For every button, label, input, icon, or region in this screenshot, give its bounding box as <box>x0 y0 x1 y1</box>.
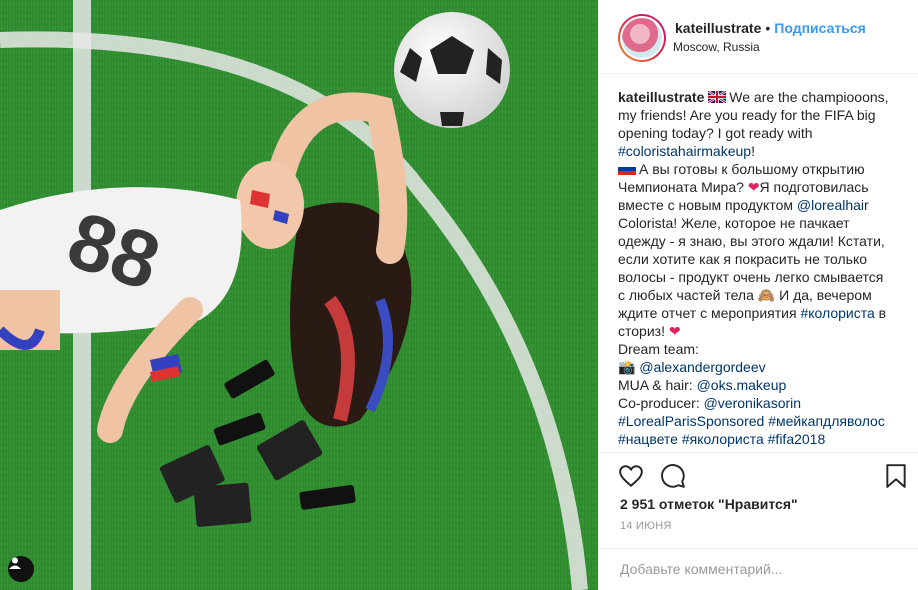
uk-flag-icon <box>708 91 727 103</box>
caption-text: сториз! <box>618 323 665 339</box>
save-button[interactable] <box>884 463 910 489</box>
caption-text: И да, вечером <box>779 287 872 303</box>
likes-count[interactable]: 2 951 отметок "Нравится" <box>620 496 798 512</box>
monkey-icon: 🙈 <box>757 287 776 303</box>
caption-text: Чемпионата Мира? <box>618 179 744 195</box>
post-header: kateillustrate • Подписаться Moscow, Russi… <box>598 0 918 74</box>
hashtag-link[interactable]: #колориста <box>800 305 874 321</box>
post-details: kateillustrate • Подписаться Moscow, Russi… <box>598 0 918 590</box>
hashtag-link[interactable]: #яколориста <box>682 431 764 447</box>
mention-link[interactable]: @veronikasorin <box>704 395 801 411</box>
post-caption: kateillustrate We are the champiooons, m… <box>618 88 910 448</box>
location-link[interactable]: Moscow, Russia <box>673 40 760 54</box>
hashtag-link[interactable]: #нацвете <box>618 431 678 447</box>
caption-text: с любых частей тела <box>618 287 754 303</box>
post-photo[interactable]: 88 <box>0 0 598 590</box>
caption-text: We are the champiooons, <box>729 89 889 105</box>
caption-text: в <box>878 305 887 321</box>
caption-username[interactable]: kateillustrate <box>618 89 704 105</box>
bookmark-icon <box>886 464 906 488</box>
mention-link[interactable]: @lorealhair <box>797 197 869 213</box>
caption-text: если хотите как я покрасить не только <box>618 251 868 267</box>
camera-icon: 📸 <box>618 359 636 375</box>
caption-text: ждите отчет с мероприятия <box>618 305 797 321</box>
mention-link[interactable]: @alexandergordeev <box>639 359 765 375</box>
hashtag-link[interactable]: #coloristahairmakeup <box>618 143 751 159</box>
caption-text: Colorista! Желе, которое не пачкает <box>618 215 850 231</box>
caption-text: Dream team: <box>618 341 699 357</box>
caption-text: Я подготовилась <box>759 179 869 195</box>
caption-text: ! <box>751 143 755 159</box>
caption-text: А вы готовы к большому открытию <box>639 161 865 177</box>
tagged-users-button[interactable] <box>8 556 34 582</box>
post-date[interactable]: 14 ИЮНЯ <box>620 520 672 532</box>
comment-input[interactable] <box>620 559 900 579</box>
user-icon <box>9 557 21 569</box>
red-heart-icon: ❤ <box>747 179 760 195</box>
hashtag-link[interactable]: #LorealParisSponsored <box>618 413 764 429</box>
action-bar <box>598 452 918 498</box>
caption-text: MUA & hair: <box>618 377 693 393</box>
comment-button[interactable] <box>660 463 686 489</box>
caption-text: opening today? I got ready with <box>618 125 813 141</box>
avatar[interactable] <box>618 14 666 62</box>
caption-text: Co-producer: <box>618 395 700 411</box>
comment-icon <box>661 464 685 488</box>
red-heart-icon: ❤ <box>668 323 681 339</box>
photo-illustration: 88 <box>0 0 598 590</box>
follow-button[interactable]: Подписаться <box>774 20 866 36</box>
caption-text: вместе с новым продуктом <box>618 197 794 213</box>
separator-dot: • <box>765 20 771 36</box>
hashtag-link[interactable]: #мейкапдляволос <box>768 413 885 429</box>
hashtag-link[interactable]: #fifa2018 <box>768 431 826 447</box>
caption-text: волосы - продукт очень легко смывается <box>618 269 884 285</box>
heart-icon <box>619 465 643 488</box>
username-link[interactable]: kateillustrate <box>675 20 761 36</box>
mention-link[interactable]: @oks.makeup <box>697 377 787 393</box>
caption-text: одежду - я знаю, вы этого ждали! Кстати, <box>618 233 885 249</box>
comment-bar <box>598 548 918 590</box>
soccer-ball <box>394 12 510 128</box>
caption-text: my friends! Are you ready for the FIFA b… <box>618 107 876 123</box>
russia-flag-icon <box>618 163 636 175</box>
like-button[interactable] <box>618 463 644 489</box>
